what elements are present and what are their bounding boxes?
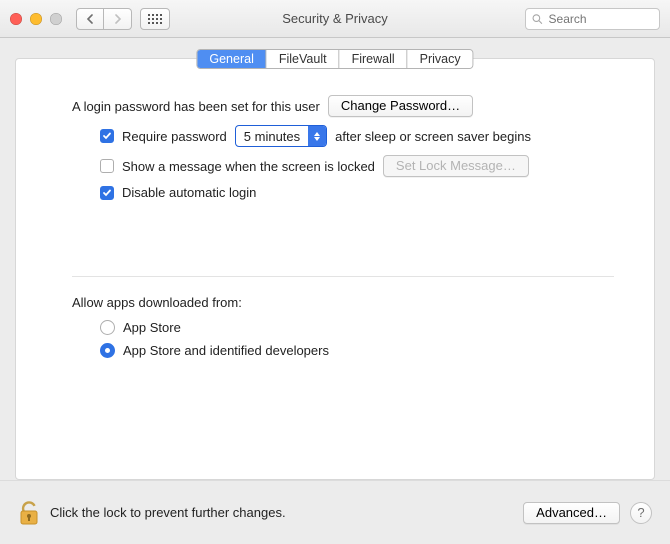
require-password-label-right: after sleep or screen saver begins bbox=[335, 129, 531, 144]
lock-icon[interactable] bbox=[18, 499, 40, 527]
help-button[interactable]: ? bbox=[630, 502, 652, 524]
chevron-right-icon bbox=[114, 14, 122, 24]
require-password-label-left: Require password bbox=[122, 129, 227, 144]
content: General FileVault Firewall Privacy A log… bbox=[0, 38, 670, 544]
close-button[interactable] bbox=[10, 13, 22, 25]
require-password-checkbox[interactable] bbox=[100, 129, 114, 143]
back-button[interactable] bbox=[76, 8, 104, 30]
advanced-button[interactable]: Advanced… bbox=[523, 502, 620, 524]
dropdown-value: 5 minutes bbox=[236, 129, 308, 144]
change-password-button[interactable]: Change Password… bbox=[328, 95, 473, 117]
show-message-label: Show a message when the screen is locked bbox=[122, 159, 375, 174]
settings-panel: General FileVault Firewall Privacy A log… bbox=[15, 58, 655, 480]
minimize-button[interactable] bbox=[30, 13, 42, 25]
show-all-button[interactable] bbox=[140, 8, 170, 30]
radio-app-store[interactable] bbox=[100, 320, 115, 335]
login-intro: A login password has been set for this u… bbox=[72, 99, 320, 114]
tab-general[interactable]: General bbox=[197, 50, 266, 68]
nav-buttons bbox=[76, 8, 132, 30]
zoom-button bbox=[50, 13, 62, 25]
tab-filevault[interactable]: FileVault bbox=[267, 50, 340, 68]
question-icon: ? bbox=[637, 505, 644, 520]
search-icon bbox=[532, 13, 543, 25]
window-controls bbox=[10, 13, 62, 25]
stepper-arrows-icon bbox=[308, 126, 326, 146]
login-section: A login password has been set for this u… bbox=[16, 95, 654, 358]
radio-app-store-and-dev[interactable] bbox=[100, 343, 115, 358]
download-section: Allow apps downloaded from: App Store Ap… bbox=[72, 295, 614, 358]
tab-privacy[interactable]: Privacy bbox=[408, 50, 473, 68]
download-heading: Allow apps downloaded from: bbox=[72, 295, 614, 310]
forward-button[interactable] bbox=[104, 8, 132, 30]
check-icon bbox=[102, 131, 112, 141]
radio-app-store-and-dev-label: App Store and identified developers bbox=[123, 343, 329, 358]
lock-text: Click the lock to prevent further change… bbox=[50, 505, 286, 520]
search-field[interactable] bbox=[525, 8, 660, 30]
disable-auto-login-label: Disable automatic login bbox=[122, 185, 256, 200]
grid-icon bbox=[148, 14, 162, 24]
search-input[interactable] bbox=[547, 11, 653, 27]
set-lock-message-button: Set Lock Message… bbox=[383, 155, 529, 177]
disable-auto-login-checkbox[interactable] bbox=[100, 186, 114, 200]
tab-bar: General FileVault Firewall Privacy bbox=[196, 49, 473, 69]
chevron-left-icon bbox=[86, 14, 94, 24]
show-message-checkbox[interactable] bbox=[100, 159, 114, 173]
require-password-delay-dropdown[interactable]: 5 minutes bbox=[235, 125, 327, 147]
titlebar: Security & Privacy bbox=[0, 0, 670, 38]
separator bbox=[72, 276, 614, 277]
tab-firewall[interactable]: Firewall bbox=[340, 50, 408, 68]
check-icon bbox=[102, 188, 112, 198]
footer: Click the lock to prevent further change… bbox=[0, 480, 670, 544]
radio-app-store-label: App Store bbox=[123, 320, 181, 335]
window: Security & Privacy General FileVault Fir… bbox=[0, 0, 670, 544]
